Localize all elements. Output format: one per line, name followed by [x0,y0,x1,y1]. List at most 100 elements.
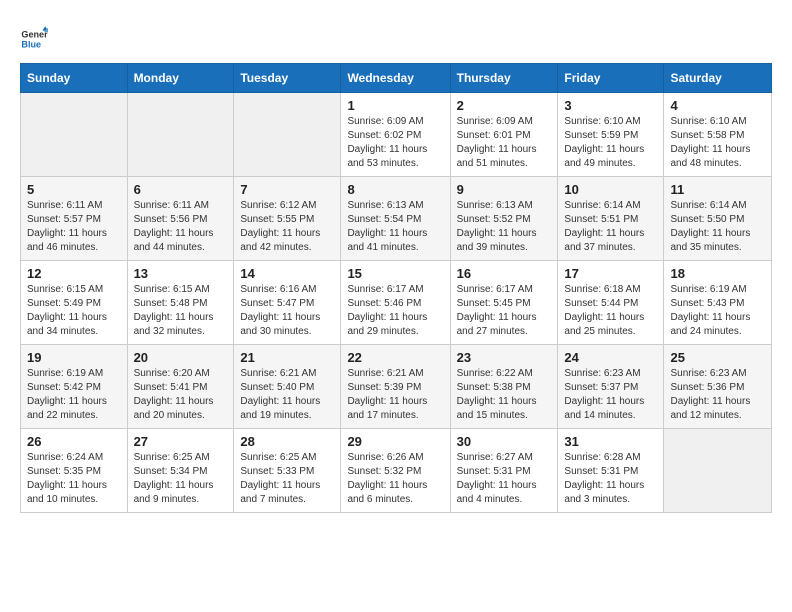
calendar-cell: 24Sunrise: 6:23 AM Sunset: 5:37 PM Dayli… [558,345,664,429]
svg-text:Blue: Blue [21,39,41,49]
weekday-header-friday: Friday [558,64,664,93]
day-info: Sunrise: 6:12 AM Sunset: 5:55 PM Dayligh… [240,199,334,255]
day-number: 23 [457,350,552,365]
calendar-week-row: 5 Sunrise: 6:11 AM Sunset: 5:57 PM Daylig… [21,177,772,261]
calendar-cell: 22 Sunrise: 6:21 AM Sunset: 5:39 PM Dayli… [341,345,450,429]
day-info: Sunrise: 6:09 AM Sunset: 6:02 PM Dayligh… [347,115,443,171]
day-number: 14 [240,266,334,281]
calendar-cell: 19 Sunrise: 6:19 AM Sunset: 5:42 PM Dayli… [21,345,128,429]
calendar-cell: 4 Sunrise: 6:10 AM Sunset: 5:58 PM Daylig… [664,93,772,177]
day-info: Sunrise: 6:24 AM Sunset: 5:35 PM Dayligh… [27,451,121,507]
day-number: 31 [564,434,657,449]
calendar-cell [234,93,341,177]
calendar-cell: 12 Sunrise: 6:15 AM Sunset: 5:49 PM Dayli… [21,261,128,345]
day-info: Sunrise: 6:10 AM Sunset: 5:58 PM Dayligh… [670,115,765,171]
weekday-header-tuesday: Tuesday [234,64,341,93]
day-info: Sunrise: 6:16 AM Sunset: 5:47 PM Dayligh… [240,283,334,339]
day-number: 15 [347,266,443,281]
day-info: Sunrise: 6:25 AM Sunset: 5:33 PM Dayligh… [240,451,334,507]
day-info: Sunrise: 6:14 AM Sunset: 5:51 PM Dayligh… [564,199,657,255]
day-info: Sunrise: 6:26 AM Sunset: 5:32 PM Dayligh… [347,451,443,507]
day-number: 8 [347,182,443,197]
logo: General Blue [20,25,52,53]
calendar-cell: 21 Sunrise: 6:21 AM Sunset: 5:40 PM Dayli… [234,345,341,429]
day-info: Sunrise: 6:27 AM Sunset: 5:31 PM Dayligh… [457,451,552,507]
day-number: 29 [347,434,443,449]
day-number: 13 [134,266,228,281]
calendar-cell: 26Sunrise: 6:24 AM Sunset: 5:35 PM Dayli… [21,429,128,513]
day-info: Sunrise: 6:10 AM Sunset: 5:59 PM Dayligh… [564,115,657,171]
day-info: Sunrise: 6:15 AM Sunset: 5:48 PM Dayligh… [134,283,228,339]
calendar-cell [664,429,772,513]
calendar-cell: 8 Sunrise: 6:13 AM Sunset: 5:54 PM Daylig… [341,177,450,261]
calendar-cell: 20 Sunrise: 6:20 AM Sunset: 5:41 PM Dayli… [127,345,234,429]
calendar-cell: 18Sunrise: 6:19 AM Sunset: 5:43 PM Dayli… [664,261,772,345]
day-info: Sunrise: 6:28 AM Sunset: 5:31 PM Dayligh… [564,451,657,507]
day-number: 5 [27,182,121,197]
day-number: 6 [134,182,228,197]
calendar-cell: 7 Sunrise: 6:12 AM Sunset: 5:55 PM Daylig… [234,177,341,261]
calendar-cell: 30 Sunrise: 6:27 AM Sunset: 5:31 PM Dayli… [450,429,558,513]
calendar-cell: 25Sunrise: 6:23 AM Sunset: 5:36 PM Dayli… [664,345,772,429]
day-info: Sunrise: 6:15 AM Sunset: 5:49 PM Dayligh… [27,283,121,339]
day-info: Sunrise: 6:17 AM Sunset: 5:45 PM Dayligh… [457,283,552,339]
weekday-header-sunday: Sunday [21,64,128,93]
day-number: 12 [27,266,121,281]
day-info: Sunrise: 6:21 AM Sunset: 5:39 PM Dayligh… [347,367,443,423]
day-info: Sunrise: 6:25 AM Sunset: 5:34 PM Dayligh… [134,451,228,507]
calendar-cell: 16 Sunrise: 6:17 AM Sunset: 5:45 PM Dayli… [450,261,558,345]
day-info: Sunrise: 6:11 AM Sunset: 5:56 PM Dayligh… [134,199,228,255]
day-number: 3 [564,98,657,113]
calendar-cell: 9Sunrise: 6:13 AM Sunset: 5:52 PM Daylig… [450,177,558,261]
logo-icon: General Blue [20,25,48,53]
day-number: 30 [457,434,552,449]
day-number: 11 [670,182,765,197]
day-number: 18 [670,266,765,281]
calendar-week-row: 1 Sunrise: 6:09 AM Sunset: 6:02 PM Daylig… [21,93,772,177]
calendar-cell: 14 Sunrise: 6:16 AM Sunset: 5:47 PM Dayli… [234,261,341,345]
day-number: 10 [564,182,657,197]
day-info: Sunrise: 6:18 AM Sunset: 5:44 PM Dayligh… [564,283,657,339]
calendar-cell [127,93,234,177]
day-number: 19 [27,350,121,365]
day-number: 1 [347,98,443,113]
calendar-week-row: 19 Sunrise: 6:19 AM Sunset: 5:42 PM Dayli… [21,345,772,429]
calendar-cell: 6 Sunrise: 6:11 AM Sunset: 5:56 PM Daylig… [127,177,234,261]
day-number: 22 [347,350,443,365]
day-number: 28 [240,434,334,449]
header: General Blue [20,20,772,53]
day-info: Sunrise: 6:19 AM Sunset: 5:42 PM Dayligh… [27,367,121,423]
calendar-cell: 2Sunrise: 6:09 AM Sunset: 6:01 PM Daylig… [450,93,558,177]
calendar-cell: 1 Sunrise: 6:09 AM Sunset: 6:02 PM Daylig… [341,93,450,177]
calendar-cell: 28 Sunrise: 6:25 AM Sunset: 5:33 PM Dayli… [234,429,341,513]
weekday-header-row: SundayMondayTuesdayWednesdayThursdayFrid… [21,64,772,93]
day-info: Sunrise: 6:22 AM Sunset: 5:38 PM Dayligh… [457,367,552,423]
calendar-cell: 5 Sunrise: 6:11 AM Sunset: 5:57 PM Daylig… [21,177,128,261]
day-info: Sunrise: 6:23 AM Sunset: 5:37 PM Dayligh… [564,367,657,423]
day-number: 21 [240,350,334,365]
day-number: 4 [670,98,765,113]
weekday-header-thursday: Thursday [450,64,558,93]
day-info: Sunrise: 6:11 AM Sunset: 5:57 PM Dayligh… [27,199,121,255]
day-number: 20 [134,350,228,365]
weekday-header-monday: Monday [127,64,234,93]
calendar-cell: 29 Sunrise: 6:26 AM Sunset: 5:32 PM Dayli… [341,429,450,513]
calendar-cell [21,93,128,177]
calendar-cell: 23 Sunrise: 6:22 AM Sunset: 5:38 PM Dayli… [450,345,558,429]
day-info: Sunrise: 6:20 AM Sunset: 5:41 PM Dayligh… [134,367,228,423]
day-number: 27 [134,434,228,449]
calendar-week-row: 26Sunrise: 6:24 AM Sunset: 5:35 PM Dayli… [21,429,772,513]
calendar-table: SundayMondayTuesdayWednesdayThursdayFrid… [20,63,772,513]
day-number: 7 [240,182,334,197]
calendar-cell: 3 Sunrise: 6:10 AM Sunset: 5:59 PM Daylig… [558,93,664,177]
day-number: 17 [564,266,657,281]
day-number: 9 [457,182,552,197]
day-info: Sunrise: 6:14 AM Sunset: 5:50 PM Dayligh… [670,199,765,255]
calendar-cell: 11 Sunrise: 6:14 AM Sunset: 5:50 PM Dayli… [664,177,772,261]
day-info: Sunrise: 6:21 AM Sunset: 5:40 PM Dayligh… [240,367,334,423]
day-number: 16 [457,266,552,281]
day-info: Sunrise: 6:09 AM Sunset: 6:01 PM Dayligh… [457,115,552,171]
calendar-cell: 15Sunrise: 6:17 AM Sunset: 5:46 PM Dayli… [341,261,450,345]
calendar-cell: 17 Sunrise: 6:18 AM Sunset: 5:44 PM Dayli… [558,261,664,345]
day-info: Sunrise: 6:13 AM Sunset: 5:54 PM Dayligh… [347,199,443,255]
